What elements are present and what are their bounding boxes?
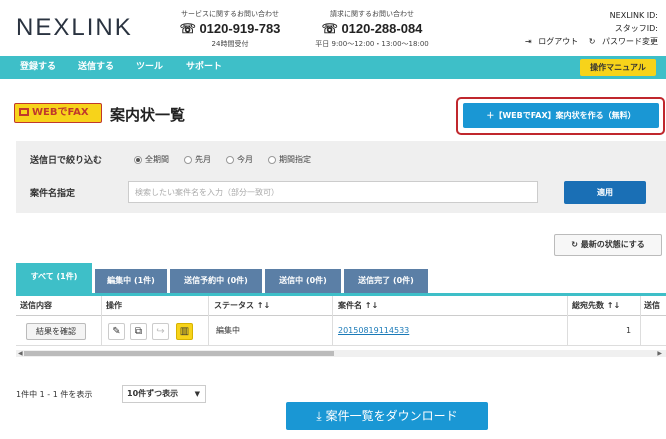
billing-phone: ☏ 0120-288-084 — [302, 21, 442, 37]
billing-phone-number: 0120-288-084 — [341, 21, 423, 36]
result-count: 1件中 1 - 1 件を表示 — [16, 390, 93, 399]
tab-sending[interactable]: 送信中 (0件) — [265, 269, 341, 293]
radio-label: 期間指定 — [279, 155, 311, 164]
webfax-badge-label: WEBでFAX — [32, 107, 89, 118]
case-name-link[interactable]: 20150819114533 — [338, 316, 409, 346]
filter-panel: 送信日で絞り込む 全期間 先月 今月 期間指定 案件名指定 適用 — [16, 141, 666, 213]
tab-editing[interactable]: 編集中 (1件) — [95, 269, 167, 293]
invitation-table: 送信内容 操作 ステータス ↑↓ 案件名 ↑↓ 総宛先数 ↑↓ 送信 結果を確認… — [16, 293, 666, 365]
table-row: 結果を確認 ✎ ⧉ ↪ ▥ 編集中 20150819114533 1 — [16, 316, 666, 346]
download-label: 案件一覧をダウンロード — [325, 409, 458, 423]
logout-label: ログアウト — [538, 37, 579, 46]
name-filter-label: 案件名指定 — [30, 189, 76, 199]
service-phone-number: 0120-919-783 — [199, 21, 281, 36]
refresh-button[interactable]: ↻ 最新の状態にする — [554, 234, 662, 256]
radio-last-month[interactable]: 先月 — [184, 154, 211, 165]
nexlink-id-label: NEXLINK ID: — [609, 11, 658, 20]
user-links: ⇥ ログアウト ↻ パスワード変更 — [517, 35, 658, 48]
radio-dot — [226, 155, 234, 164]
radio-dot — [268, 155, 276, 164]
case-name-input[interactable] — [128, 181, 538, 203]
scroll-left-icon[interactable]: ◀ — [18, 350, 23, 357]
billing-hours: 平日 9:00〜12:00・13:00〜18:00 — [315, 40, 429, 48]
refresh-icon: ↻ — [571, 240, 578, 249]
status-tabs: すべて (1件) 編集中 (1件) 送信予約中 (0件) 送信中 (0件) 送信… — [16, 263, 666, 293]
tab-scheduled[interactable]: 送信予約中 (0件) — [170, 269, 262, 293]
radio-all-period[interactable]: 全期間 — [134, 154, 169, 165]
header-case-name[interactable]: 案件名 ↑↓ — [338, 296, 378, 316]
forward-icon[interactable]: ↪ — [152, 323, 169, 340]
header-total[interactable]: 総宛先数 ↑↓ — [572, 296, 620, 316]
radio-date-range[interactable]: 期間指定 — [268, 154, 311, 165]
trash-icon[interactable]: ▥ — [176, 323, 193, 340]
service-hours: 24時間受付 — [211, 40, 249, 48]
billing-contact: 請求に関するお問い合わせ ☏ 0120-288-084 平日 9:00〜12:0… — [302, 9, 442, 49]
manual-button[interactable]: 操作マニュアル — [580, 59, 656, 76]
logout-link[interactable]: ⇥ ログアウト — [521, 37, 578, 46]
staff-id-label: スタッフID: — [614, 24, 658, 33]
nav-send[interactable]: 送信する — [78, 56, 114, 79]
header-status[interactable]: ステータス ↑↓ — [214, 296, 270, 316]
service-contact-caption: サービスに関するお問い合わせ — [181, 10, 279, 18]
nav-register[interactable]: 登録する — [20, 56, 56, 79]
status-cell: 編集中 — [216, 326, 240, 335]
radio-this-month[interactable]: 今月 — [226, 154, 253, 165]
monitor-icon — [19, 108, 29, 116]
copy-icon[interactable]: ⧉ — [130, 323, 147, 340]
logout-icon: ⇥ — [524, 37, 532, 46]
page-title: 案内状一覧 — [110, 106, 186, 124]
header: NEXLINK サービスに関するお問い合わせ ☏ 0120-919-783 24… — [0, 0, 666, 56]
radio-dot — [184, 155, 192, 164]
webfax-badge: WEBでFAX — [14, 103, 102, 123]
download-icon: ⤓ — [316, 409, 322, 423]
password-link[interactable]: ↻ パスワード変更 — [585, 37, 658, 46]
phone-icon: ☏ — [179, 21, 196, 36]
scroll-right-icon[interactable]: ▶ — [657, 350, 662, 357]
total-cell: 1 — [626, 326, 632, 335]
header-actions: 操作 — [106, 301, 122, 310]
chevron-down-icon: ▼ — [194, 390, 200, 398]
horizontal-scrollbar[interactable]: ◀ ▶ — [16, 350, 666, 357]
main-nav: 登録する 送信する ツール サポート 操作マニュアル — [0, 56, 666, 79]
header-content: 送信内容 — [20, 301, 52, 310]
per-page-select[interactable]: 10件ずつ表示 ▼ — [122, 385, 206, 403]
password-label: パスワード変更 — [602, 37, 658, 46]
nexlink-logo[interactable]: NEXLINK — [16, 14, 133, 42]
download-button[interactable]: ⤓ 案件一覧をダウンロード — [286, 402, 488, 430]
phone-icon: ☏ — [321, 21, 338, 36]
refresh-icon: ↻ — [588, 37, 596, 46]
per-page-value: 10件ずつ表示 — [127, 389, 179, 398]
nav-tools[interactable]: ツール — [136, 56, 163, 79]
radio-label: 全期間 — [145, 155, 169, 164]
scroll-thumb[interactable] — [24, 351, 334, 356]
billing-contact-caption: 請求に関するお問い合わせ — [330, 10, 414, 18]
radio-label: 先月 — [195, 155, 211, 164]
radio-label: 今月 — [237, 155, 253, 164]
header-send: 送信 — [644, 301, 660, 310]
title-bar: WEBでFAX 案内状一覧 ＋【WEBでFAX】案内状を作る（無料） — [0, 79, 666, 137]
tab-sent[interactable]: 送信完了 (0件) — [344, 269, 428, 293]
edit-icon[interactable]: ✎ — [108, 323, 125, 340]
refresh-label: 最新の状態にする — [580, 240, 645, 249]
service-phone: ☏ 0120-919-783 — [170, 21, 290, 37]
service-contact: サービスに関するお問い合わせ ☏ 0120-919-783 24時間受付 — [170, 9, 290, 49]
apply-button[interactable]: 適用 — [564, 181, 646, 204]
user-info: NEXLINK ID: スタッフID: ⇥ ログアウト ↻ パスワード変更 — [517, 9, 658, 48]
date-filter-label: 送信日で絞り込む — [30, 156, 103, 166]
tab-all[interactable]: すべて (1件) — [16, 263, 92, 293]
view-result-button[interactable]: 結果を確認 — [26, 323, 86, 340]
nav-support[interactable]: サポート — [186, 56, 222, 79]
create-invitation-button[interactable]: ＋【WEBでFAX】案内状を作る（無料） — [463, 103, 659, 128]
table-header: 送信内容 操作 ステータス ↑↓ 案件名 ↑↓ 総宛先数 ↑↓ 送信 — [16, 296, 666, 316]
radio-dot — [134, 155, 142, 164]
